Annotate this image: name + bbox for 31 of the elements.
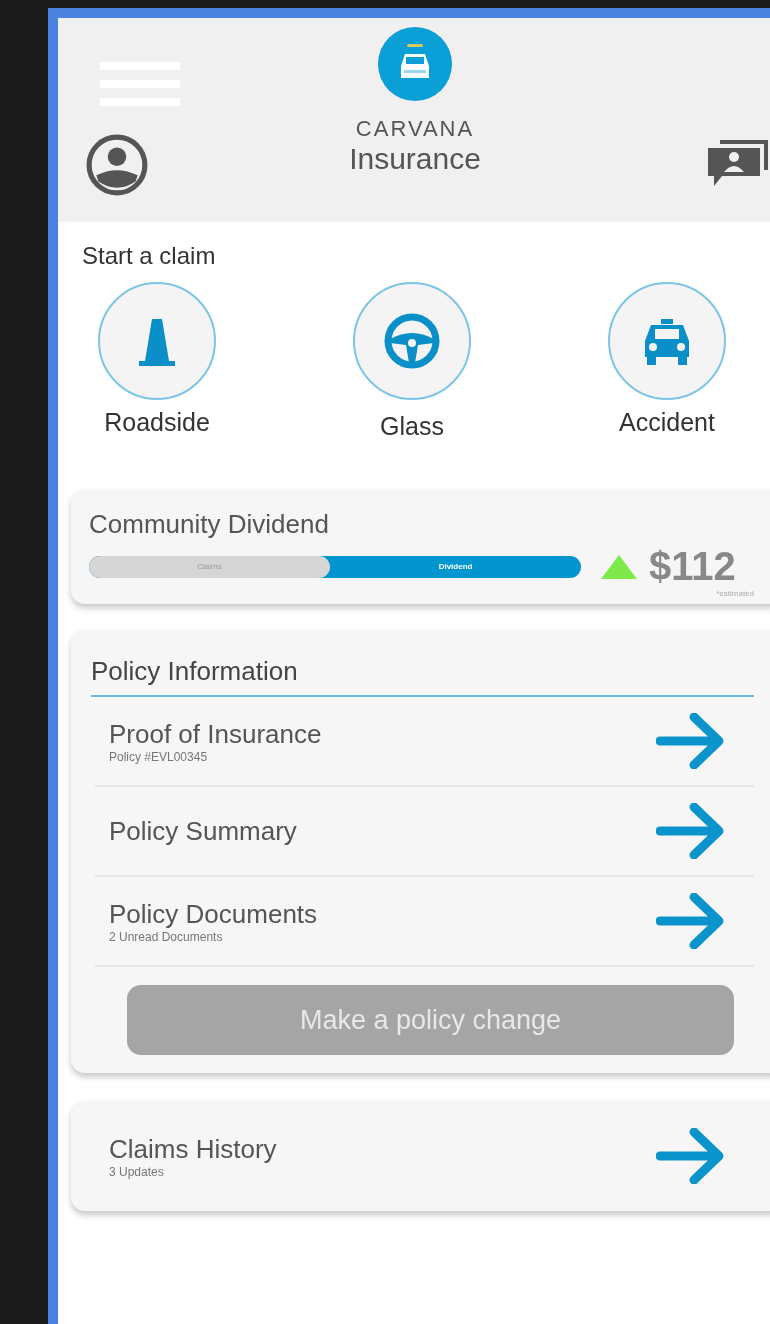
dividend-amount: $112 [649,544,736,589]
claims-history-card[interactable]: Claims History 3 Updates [71,1101,770,1211]
row-title: Policy Summary [109,815,297,847]
policy-row[interactable]: Policy Summary [95,787,754,877]
policy-row[interactable]: Proof of Insurance Policy #EVL00345 [95,697,754,787]
app-title: Insurance [349,142,481,176]
brand-name: CARVANA [355,116,475,142]
arrow-right-icon [656,893,726,949]
policy-row[interactable]: Policy Documents 2 Unread Documents [95,877,754,967]
row-subtitle: Policy #EVL00345 [109,749,209,764]
card-title: Community Dividend [89,509,330,540]
up-triangle-icon [601,554,637,579]
car-logo-icon [377,26,453,102]
row-subtitle: 2 Unread Documents [109,929,224,944]
arrow-right-icon [656,803,726,859]
row-title: Policy Documents [109,898,318,930]
row-title: Claims History [109,1133,277,1165]
steering-wheel-icon [382,311,442,371]
card-title: Policy Information [91,656,754,697]
estimate-note: *estimated [716,589,754,598]
arrow-right-icon [656,1128,726,1184]
section-title: Start a claim [82,242,216,269]
bar-label: Dividend [438,562,473,571]
row-subtitle: 3 Updates [109,1164,165,1179]
claim-label: Accident [619,408,715,437]
claim-label: Roadside [104,408,210,437]
row-title: Proof of Insurance [109,718,322,750]
arrow-right-icon [656,713,726,769]
claim-label: Glass [380,412,444,441]
chat-icon[interactable] [706,138,770,188]
profile-icon[interactable] [86,134,148,196]
